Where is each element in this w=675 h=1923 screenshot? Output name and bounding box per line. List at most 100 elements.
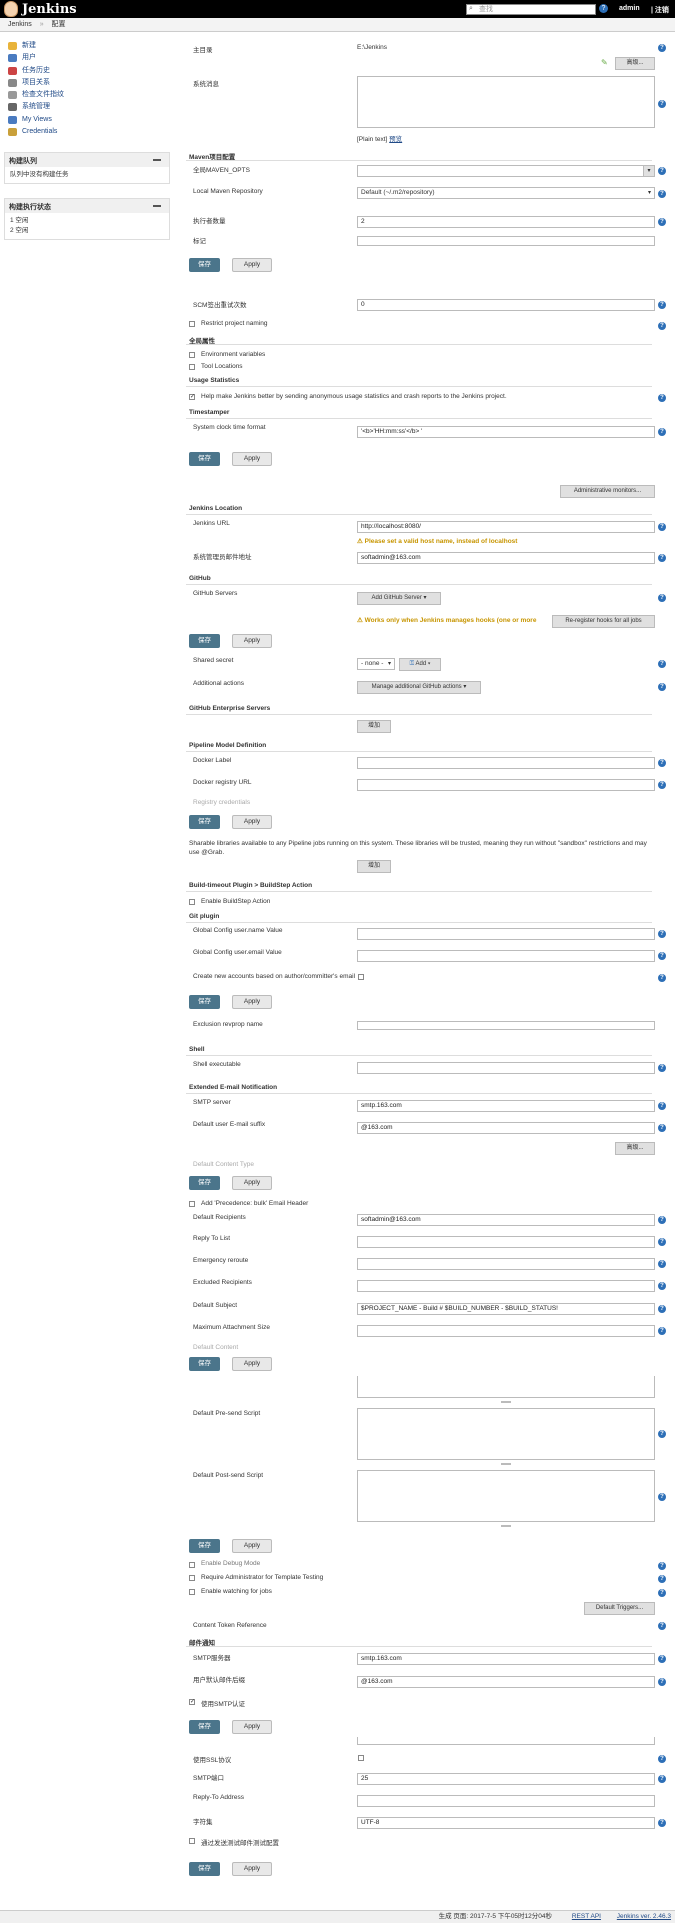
save-button[interactable]: 保存 xyxy=(189,815,220,829)
resize-grip[interactable] xyxy=(501,1401,511,1403)
logo-text[interactable]: Jenkins xyxy=(22,2,77,17)
postsend-script-textarea[interactable] xyxy=(357,1470,655,1522)
re-register-hooks-button[interactable]: Re-register hooks for all jobs xyxy=(552,615,655,628)
help-icon[interactable]: ? xyxy=(658,683,666,691)
git-email-input[interactable] xyxy=(357,950,655,962)
help-icon[interactable]: ? xyxy=(658,1678,666,1686)
help-icon[interactable]: ? xyxy=(658,1102,666,1110)
help-icon[interactable]: ? xyxy=(658,781,666,789)
collapse-icon[interactable] xyxy=(153,205,161,208)
tool-locations-checkbox[interactable] xyxy=(189,364,195,370)
search-input[interactable]: 查找 xyxy=(466,4,596,15)
presend-script-textarea[interactable] xyxy=(357,1408,655,1460)
help-icon[interactable]: ? xyxy=(658,523,666,531)
admin-monitors-button[interactable]: Administrative monitors... xyxy=(560,485,655,498)
help-icon[interactable]: ? xyxy=(658,1819,666,1827)
help-icon[interactable]: ? xyxy=(658,1327,666,1335)
help-icon[interactable]: ? xyxy=(658,1305,666,1313)
use-ssl-checkbox[interactable] xyxy=(358,1755,364,1761)
excluded-recipients-input[interactable] xyxy=(357,1280,655,1292)
save-button[interactable]: 保存 xyxy=(189,1862,220,1876)
help-icon[interactable]: ? xyxy=(658,594,666,602)
exclusion-input[interactable] xyxy=(357,1021,655,1030)
help-icon[interactable]: ? xyxy=(658,952,666,960)
help-icon[interactable]: ? xyxy=(658,1216,666,1224)
smtp-server-input[interactable]: smtp.163.com xyxy=(357,1100,655,1112)
enable-buildstep-checkbox[interactable] xyxy=(189,899,195,905)
help-icon[interactable]: ? xyxy=(658,1775,666,1783)
help-icon[interactable]: ? xyxy=(658,554,666,562)
sidebar-item[interactable]: Credentials xyxy=(4,126,170,138)
admin-email-input[interactable]: softadmin@163.com xyxy=(357,552,655,564)
sidebar-item[interactable]: 用户 xyxy=(4,52,170,64)
help-icon[interactable]: ? xyxy=(658,1562,666,1570)
shared-secret-select[interactable]: - none - ▾ xyxy=(357,658,395,670)
help-icon[interactable]: ? xyxy=(658,44,666,52)
executor-item[interactable]: 1 空闲 xyxy=(10,216,164,226)
restrict-naming-checkbox[interactable] xyxy=(189,321,195,327)
save-button[interactable]: 保存 xyxy=(189,1176,220,1190)
help-icon[interactable]: ? xyxy=(658,1124,666,1132)
charset-input[interactable]: UTF-8 xyxy=(357,1817,655,1829)
docker-registry-input[interactable] xyxy=(357,779,655,791)
reply-to-address-input[interactable] xyxy=(357,1795,655,1807)
help-icon[interactable]: ? xyxy=(658,1655,666,1663)
labels-input[interactable] xyxy=(357,236,655,246)
save-button[interactable]: 保存 xyxy=(189,995,220,1009)
smtp-password-input[interactable] xyxy=(357,1737,655,1745)
sidebar-item[interactable]: 系统管理 xyxy=(4,101,170,113)
apply-button[interactable]: Apply xyxy=(232,634,272,648)
add-credential-button[interactable]: ⚿ Add ▾ xyxy=(399,658,441,671)
help-icon[interactable]: ? xyxy=(658,1589,666,1597)
help-icon[interactable]: ? xyxy=(658,1430,666,1438)
save-button[interactable]: 保存 xyxy=(189,1357,220,1371)
save-button[interactable]: 保存 xyxy=(189,1720,220,1734)
sidebar-item[interactable]: 任务历史 xyxy=(4,65,170,77)
apply-button[interactable]: Apply xyxy=(232,815,272,829)
help-icon[interactable]: ? xyxy=(658,100,666,108)
emergency-reroute-input[interactable] xyxy=(357,1258,655,1270)
shell-exec-input[interactable] xyxy=(357,1062,655,1074)
system-message-textarea[interactable] xyxy=(357,76,655,128)
scm-retry-input[interactable]: 0 xyxy=(357,299,655,311)
apply-button[interactable]: Apply xyxy=(232,258,272,272)
enable-watching-checkbox[interactable] xyxy=(189,1589,195,1595)
executor-item[interactable]: 2 空闲 xyxy=(10,226,164,236)
help-icon[interactable]: ? xyxy=(658,930,666,938)
enable-debug-checkbox[interactable] xyxy=(189,1562,195,1568)
save-button[interactable]: 保存 xyxy=(189,258,220,272)
breadcrumb-config[interactable]: 配置 xyxy=(52,21,66,28)
test-email-checkbox[interactable] xyxy=(189,1838,195,1844)
help-icon[interactable]: ? xyxy=(658,660,666,668)
help-icon[interactable]: ? xyxy=(658,394,666,402)
sidebar-item[interactable]: 项目关系 xyxy=(4,77,170,89)
resize-grip[interactable] xyxy=(501,1525,511,1527)
help-icon[interactable]: ? xyxy=(658,1622,666,1630)
create-accounts-checkbox[interactable] xyxy=(358,974,364,980)
add-precedence-checkbox[interactable] xyxy=(189,1201,195,1207)
add-button[interactable]: 增加 xyxy=(357,720,391,733)
apply-button[interactable]: Apply xyxy=(232,452,272,466)
max-attachment-input[interactable] xyxy=(357,1325,655,1337)
advanced-button[interactable]: 高级... xyxy=(615,1142,655,1155)
smtp-port-input[interactable]: 25 xyxy=(357,1773,655,1785)
apply-button[interactable]: Apply xyxy=(232,1357,272,1371)
help-icon[interactable]: ? xyxy=(658,974,666,982)
edit-icon[interactable]: ✎ xyxy=(601,58,608,67)
help-icon[interactable]: ? xyxy=(658,1064,666,1072)
default-subject-input[interactable]: $PROJECT_NAME - Build # $BUILD_NUMBER - … xyxy=(357,1303,655,1315)
manage-github-actions-button[interactable]: Manage additional GitHub actions ▾ xyxy=(357,681,481,694)
help-icon[interactable]: ? xyxy=(658,322,666,330)
default-content-textarea[interactable] xyxy=(357,1376,655,1398)
usage-checkbox[interactable]: ✓ xyxy=(189,394,195,400)
help-icon[interactable]: ? xyxy=(658,428,666,436)
clock-format-input[interactable]: '<b>'HH:mm:ss'</b> ' xyxy=(357,426,655,438)
advanced-button[interactable]: 高级... xyxy=(615,57,655,70)
preview-link[interactable]: 预览 xyxy=(389,136,402,143)
smtp-input[interactable]: smtp.163.com xyxy=(357,1653,655,1665)
apply-button[interactable]: Apply xyxy=(232,1539,272,1553)
help-icon[interactable]: ? xyxy=(658,1282,666,1290)
jenkins-url-input[interactable]: http://localhost:8080/ xyxy=(357,521,655,533)
apply-button[interactable]: Apply xyxy=(232,1176,272,1190)
collapse-icon[interactable] xyxy=(153,159,161,162)
